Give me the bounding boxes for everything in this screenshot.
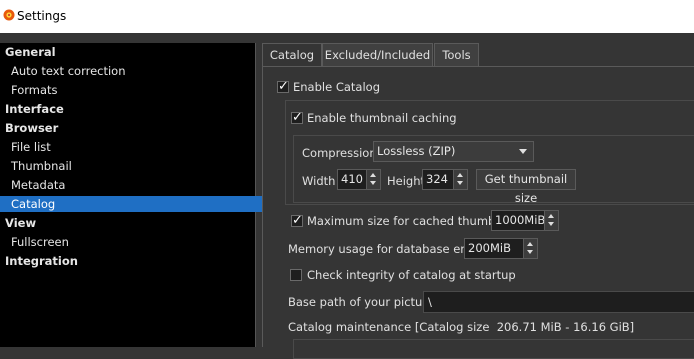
sidebar-item-browser[interactable]: Browser xyxy=(0,119,257,138)
memory-usage-value: 200MiB xyxy=(468,241,511,255)
get-thumbnail-size-button[interactable]: Get thumbnail size xyxy=(476,169,576,205)
width-stepper[interactable] xyxy=(366,170,380,189)
height-spinbox[interactable]: 324 xyxy=(422,169,468,190)
arrow-down-icon xyxy=(370,181,376,185)
app-logo-icon xyxy=(3,9,15,21)
height-value: 324 xyxy=(426,172,448,186)
enable-catalog-label: Enable Catalog xyxy=(293,80,380,94)
memory-usage-spinbox[interactable]: 200MiB xyxy=(464,238,538,259)
settings-content: Catalog Excluded/Included Tools Enable C… xyxy=(262,43,694,359)
width-label: Width xyxy=(302,174,336,188)
sidebar-item-thumbnail[interactable]: Thumbnail xyxy=(0,157,263,176)
sidebar-item-interface[interactable]: Interface xyxy=(0,100,257,119)
height-stepper[interactable] xyxy=(453,170,467,189)
catalog-maintenance-group xyxy=(293,339,694,359)
max-cache-size-checkbox[interactable] xyxy=(291,213,303,228)
max-cache-size-label: Maximum size for cached thumbnails xyxy=(307,214,523,228)
compression-label: Compression: xyxy=(302,146,381,160)
arrow-up-icon xyxy=(527,242,533,246)
compression-select[interactable]: Lossless (ZIP) xyxy=(373,141,534,162)
sidebar-item-catalog[interactable]: Catalog xyxy=(0,196,263,212)
base-path-label: Base path of your pictures xyxy=(288,295,440,309)
arrow-down-icon xyxy=(527,250,533,254)
arrow-down-icon xyxy=(548,222,554,226)
width-spinbox[interactable]: 410 xyxy=(337,169,381,190)
enable-thumbnail-caching-label: Enable thumbnail caching xyxy=(307,111,457,125)
width-value: 410 xyxy=(341,172,363,186)
memory-usage-label: Memory usage for database engine xyxy=(288,242,493,256)
catalog-panel: Enable Catalog Enable thumbnail caching … xyxy=(262,66,694,359)
max-cache-size-stepper[interactable] xyxy=(544,211,558,230)
check-integrity-label: Check integrity of catalog at startup xyxy=(307,268,516,282)
height-label: Height xyxy=(387,174,426,188)
sidebar-item-fullscreen[interactable]: Fullscreen xyxy=(0,233,263,252)
sidebar-item-metadata[interactable]: Metadata xyxy=(0,176,263,195)
tab-excluded-included[interactable]: Excluded/Included xyxy=(322,43,433,66)
sidebar-item-formats[interactable]: Formats xyxy=(0,81,263,100)
sidebar-item-integration[interactable]: Integration xyxy=(0,252,257,271)
check-integrity-checkbox[interactable] xyxy=(290,269,302,281)
sidebar-item-view[interactable]: View xyxy=(0,214,257,233)
memory-usage-stepper[interactable] xyxy=(523,239,537,258)
arrow-down-icon xyxy=(457,181,463,185)
arrow-up-icon xyxy=(548,214,554,218)
sidebar-item-general[interactable]: General xyxy=(0,43,257,62)
tab-tools[interactable]: Tools xyxy=(434,43,479,66)
sidebar-item-auto-text-correction[interactable]: Auto text correction xyxy=(0,62,263,81)
enable-catalog-checkbox[interactable] xyxy=(277,79,289,94)
max-cache-size-spinbox[interactable]: 1000MiB xyxy=(491,210,559,231)
sidebar-item-file-list[interactable]: File list xyxy=(0,138,263,157)
chevron-down-icon xyxy=(519,149,527,154)
title-bar: Settings xyxy=(0,0,694,33)
arrow-up-icon xyxy=(457,173,463,177)
window-title: Settings xyxy=(17,9,67,23)
settings-category-list[interactable]: General Auto text correction Formats Int… xyxy=(0,43,263,347)
base-path-input[interactable]: \ xyxy=(423,291,694,313)
arrow-up-icon xyxy=(370,173,376,177)
catalog-maintenance-label: Catalog maintenance [Catalog size 206.71… xyxy=(288,320,635,334)
max-cache-size-value: 1000MiB xyxy=(495,213,546,227)
enable-thumbnail-caching-checkbox[interactable] xyxy=(291,110,303,125)
tab-catalog[interactable]: Catalog xyxy=(262,43,322,68)
compression-value: Lossless (ZIP) xyxy=(377,144,456,158)
